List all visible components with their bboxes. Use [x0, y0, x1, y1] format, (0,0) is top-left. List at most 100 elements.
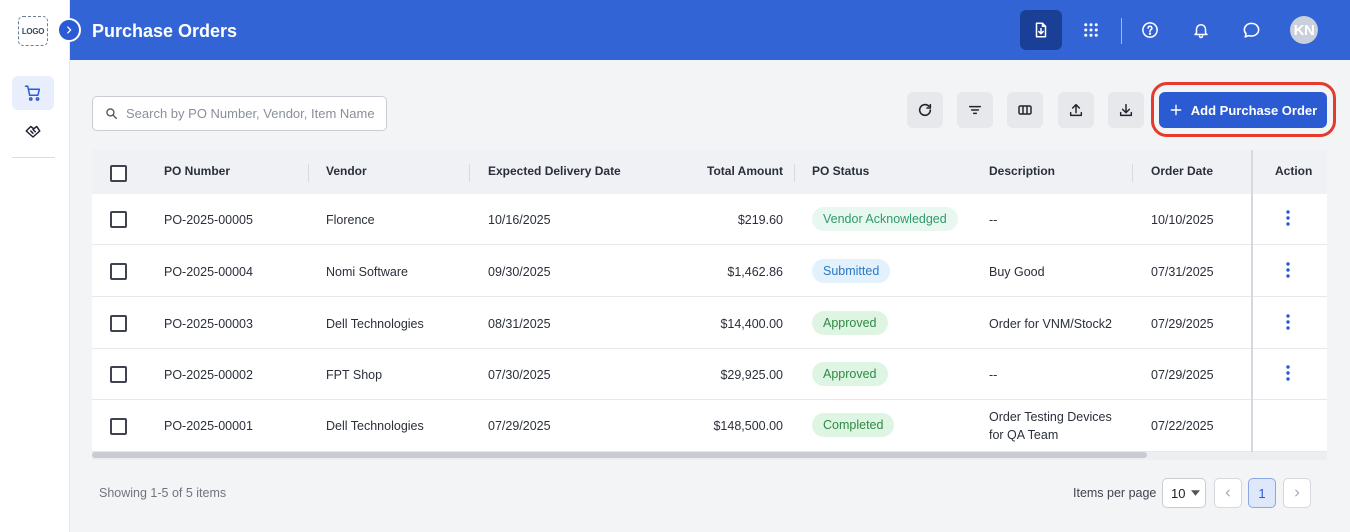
previous-page-button[interactable]	[1214, 478, 1242, 508]
header-divider	[308, 164, 309, 182]
bell-icon	[1194, 24, 1208, 39]
more-vertical-icon	[1286, 365, 1290, 381]
columns-button[interactable]	[1007, 92, 1043, 128]
header-order-date[interactable]: Order Date	[1151, 164, 1213, 178]
sidebar-item-vendors[interactable]	[12, 114, 54, 148]
order-date-cell: 07/29/2025	[1151, 317, 1214, 331]
logo: LOGO	[18, 16, 48, 46]
chat-icon	[1243, 22, 1259, 38]
more-vertical-icon	[1286, 210, 1290, 226]
expected-delivery-cell: 09/30/2025	[488, 265, 551, 279]
expected-delivery-cell: 07/29/2025	[488, 419, 551, 433]
header-divider	[469, 164, 470, 182]
header-vendor[interactable]: Vendor	[326, 164, 367, 178]
row-checkbox[interactable]	[110, 211, 127, 228]
header-action: Action	[1275, 164, 1313, 178]
scrollbar-thumb[interactable]	[92, 452, 1147, 458]
vendor-cell: Dell Technologies	[326, 419, 424, 433]
more-vertical-icon	[1286, 262, 1290, 278]
help-icon	[1142, 22, 1158, 38]
header-divider	[794, 164, 795, 182]
top-header: Purchase Orders KN	[70, 0, 1350, 60]
page-1-button[interactable]: 1	[1248, 478, 1276, 508]
vendor-cell: FPT Shop	[326, 368, 383, 382]
caret-down-icon	[1191, 490, 1201, 496]
header-po-status[interactable]: PO Status	[812, 164, 869, 178]
row-actions-button[interactable]	[1282, 260, 1294, 280]
header-description[interactable]: Description	[989, 164, 1055, 178]
order-date-cell: 07/31/2025	[1151, 265, 1214, 279]
chevron-right-icon	[1295, 489, 1300, 497]
purchase-orders-table: PO Number Vendor Expected Delivery Date …	[92, 150, 1327, 452]
search-input[interactable]	[126, 106, 376, 121]
user-avatar[interactable]: KN	[1290, 16, 1318, 44]
messages-button[interactable]	[1230, 10, 1272, 50]
table-row[interactable]: PO-2025-00005 Florence 10/16/2025 $219.6…	[92, 194, 1327, 245]
status-badge: Vendor Acknowledged	[812, 207, 958, 231]
expand-sidebar-button[interactable]	[57, 18, 81, 42]
vendor-cell: Dell Technologies	[326, 317, 424, 331]
row-actions-button[interactable]	[1282, 208, 1294, 228]
handshake-icon	[25, 125, 41, 138]
upload-button[interactable]	[1058, 92, 1094, 128]
total-amount-cell: $148,500.00	[713, 419, 783, 433]
upload-icon	[1069, 103, 1083, 117]
notifications-button[interactable]	[1180, 10, 1222, 50]
po-number-cell[interactable]: PO-2025-00002	[164, 368, 253, 382]
expected-delivery-cell: 10/16/2025	[488, 213, 551, 227]
download-button[interactable]	[1108, 92, 1144, 128]
table-header: PO Number Vendor Expected Delivery Date …	[92, 150, 1327, 194]
search-box[interactable]	[92, 96, 387, 131]
export-file-button[interactable]	[1020, 10, 1062, 50]
sidebar: LOGO	[0, 0, 70, 532]
order-date-cell: 07/22/2025	[1151, 419, 1214, 433]
po-number-cell[interactable]: PO-2025-00001	[164, 419, 253, 433]
total-amount-cell: $1,462.86	[727, 265, 783, 279]
items-per-page-select[interactable]: 10	[1162, 478, 1206, 508]
header-po-number[interactable]: PO Number	[164, 164, 230, 178]
order-date-cell: 10/10/2025	[1151, 213, 1214, 227]
chevron-left-icon	[1225, 489, 1230, 497]
pagination-summary: Showing 1-5 of 5 items	[99, 486, 227, 500]
row-checkbox[interactable]	[110, 366, 127, 383]
description-cell: Order Testing Devices	[989, 410, 1112, 424]
table-row[interactable]: PO-2025-00004 Nomi Software 09/30/2025 $…	[92, 246, 1327, 297]
row-checkbox[interactable]	[110, 263, 127, 280]
header-expected-delivery-date[interactable]: Expected Delivery Date	[488, 164, 621, 178]
header-divider	[1132, 164, 1133, 182]
next-page-button[interactable]	[1283, 478, 1311, 508]
refresh-button[interactable]	[907, 92, 943, 128]
apps-button[interactable]	[1070, 10, 1112, 50]
expected-delivery-cell: 08/31/2025	[488, 317, 551, 331]
row-actions-button[interactable]	[1282, 312, 1294, 332]
add-purchase-order-button[interactable]: Add Purchase Order	[1159, 92, 1327, 128]
status-badge: Approved	[812, 311, 888, 335]
select-all-checkbox[interactable]	[110, 165, 127, 182]
status-badge: Submitted	[812, 259, 891, 283]
sticky-column-divider	[1251, 150, 1253, 452]
header-total-amount[interactable]: Total Amount	[707, 164, 783, 178]
po-number-cell[interactable]: PO-2025-00003	[164, 317, 253, 331]
status-badge: Completed	[812, 413, 895, 437]
download-icon	[1119, 103, 1133, 117]
row-checkbox[interactable]	[110, 315, 127, 332]
download-file-icon	[1035, 22, 1047, 38]
description-cell: --	[989, 213, 998, 227]
help-button[interactable]	[1129, 10, 1171, 50]
table-row[interactable]: PO-2025-00002 FPT Shop 07/30/2025 $29,92…	[92, 349, 1327, 400]
po-number-cell[interactable]: PO-2025-00004	[164, 265, 253, 279]
sidebar-divider	[12, 157, 55, 158]
table-row[interactable]: PO-2025-00001 Dell Technologies 07/29/20…	[92, 401, 1327, 452]
sidebar-item-purchase-orders[interactable]	[12, 76, 54, 110]
plus-icon	[1170, 104, 1182, 116]
status-badge: Approved	[812, 362, 888, 386]
row-checkbox[interactable]	[110, 418, 127, 435]
row-actions-button[interactable]	[1282, 363, 1294, 383]
filter-button[interactable]	[957, 92, 993, 128]
description-cell: --	[989, 368, 998, 382]
table-row[interactable]: PO-2025-00003 Dell Technologies 08/31/20…	[92, 298, 1327, 349]
more-vertical-icon	[1286, 314, 1290, 330]
po-number-cell[interactable]: PO-2025-00005	[164, 213, 253, 227]
expected-delivery-cell: 07/30/2025	[488, 368, 551, 382]
items-per-page-value: 10	[1171, 485, 1186, 501]
